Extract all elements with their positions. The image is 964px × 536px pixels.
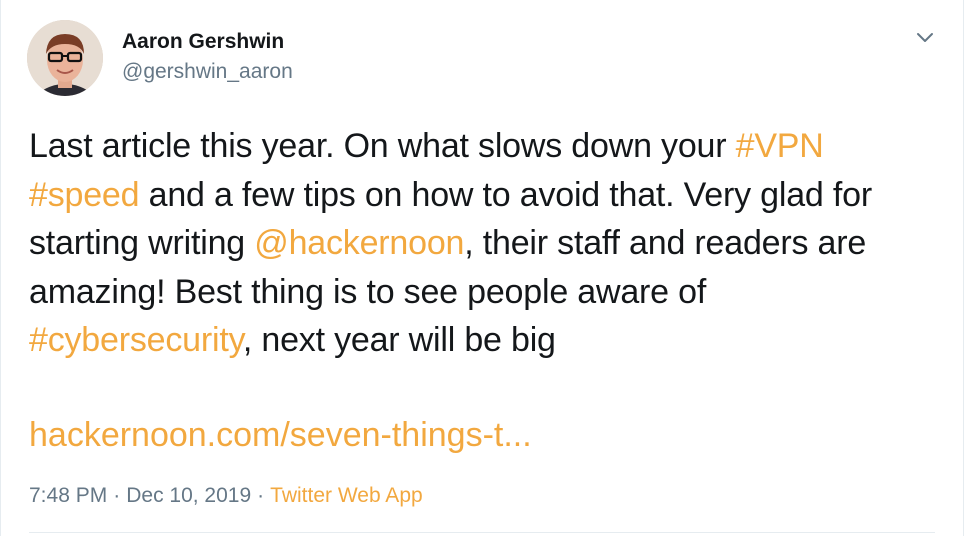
tweet-text-line: #cybersecurity, next year will be big xyxy=(29,316,939,365)
text-segment: and a few tips on how to avoid that. Ver… xyxy=(139,175,873,214)
text-segment: Last article this year. On what slows do… xyxy=(29,127,736,165)
tweet-text-line: Last article this year. On what slows do… xyxy=(29,122,939,171)
text-segment: amazing! Best thing is to see people awa… xyxy=(29,272,707,311)
tweet-text: Last article this year. On what slows do… xyxy=(29,122,939,365)
tweet-text-line: #speed and a few tips on how to avoid th… xyxy=(29,171,939,220)
meta-separator: · xyxy=(113,484,121,507)
avatar-image xyxy=(27,20,103,96)
text-segment: starting writing xyxy=(29,224,255,262)
tweet-card: Aaron Gershwin @gershwin_aaron Last arti… xyxy=(0,0,964,536)
meta-separator: · xyxy=(257,484,265,507)
tweet-meta: 7:48 PM · Dec 10, 2019 · Twitter Web App xyxy=(29,482,423,510)
text-segment: , their staff and readers are xyxy=(464,224,867,262)
divider xyxy=(29,532,935,533)
author-block[interactable]: Aaron Gershwin @gershwin_aaron xyxy=(122,29,293,85)
tweet-text-line: amazing! Best thing is to see people awa… xyxy=(29,268,939,317)
tweet-text-line: starting writing @hackernoon, their staf… xyxy=(29,219,939,268)
chevron-down-icon[interactable] xyxy=(912,27,938,49)
timestamp-time[interactable]: 7:48 PM xyxy=(29,484,107,507)
author-name[interactable]: Aaron Gershwin xyxy=(122,29,293,55)
hashtag-link[interactable]: #speed xyxy=(29,176,140,214)
avatar[interactable] xyxy=(27,20,103,96)
hashtag-link[interactable]: #VPN xyxy=(736,127,824,165)
mention-link[interactable]: @hackernoon xyxy=(254,224,464,262)
text-segment: , next year will be big xyxy=(242,321,556,359)
author-handle[interactable]: @gershwin_aaron xyxy=(122,59,293,85)
source-app-link[interactable]: Twitter Web App xyxy=(270,484,423,507)
hashtag-link[interactable]: #cybersecurity xyxy=(29,321,243,359)
timestamp-date[interactable]: Dec 10, 2019 xyxy=(126,484,251,507)
article-url-link[interactable]: hackernoon.com/seven-things-t... xyxy=(29,413,532,457)
